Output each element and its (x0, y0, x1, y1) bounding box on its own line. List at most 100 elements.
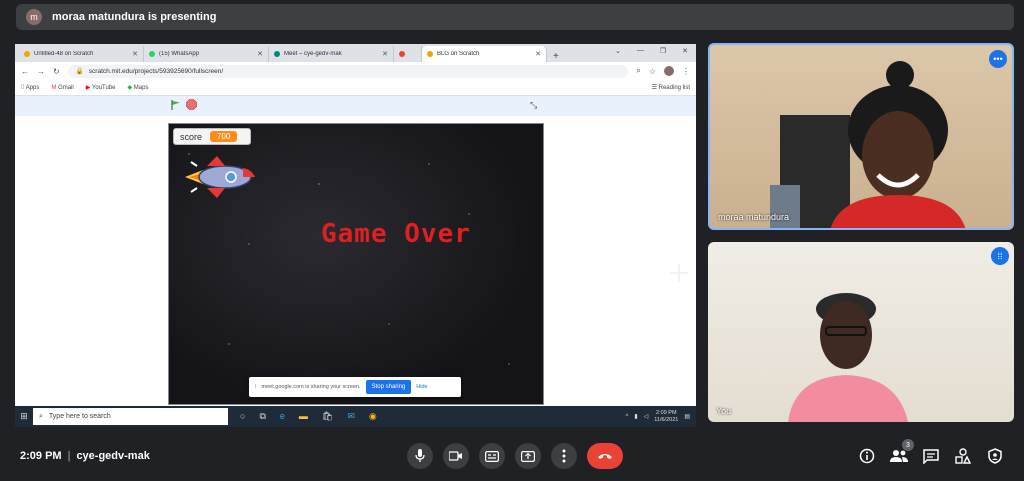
forward-icon[interactable]: → (37, 67, 45, 76)
hang-up-icon (598, 454, 612, 459)
more-options-button[interactable] (551, 443, 577, 469)
notifications-icon[interactable]: ▤ (684, 413, 690, 420)
close-tab-icon[interactable]: ✕ (382, 50, 388, 58)
meeting-info: 2:09 PM | cye-gedv-mak (20, 450, 150, 462)
people-button[interactable]: 3 (890, 439, 914, 465)
task-view-icon[interactable]: ⧉ (259, 411, 265, 422)
browser-tab[interactable]: Meet – cye-gedv-mak ✕ (269, 46, 394, 62)
menu-dots-icon[interactable]: ⋮ (682, 67, 690, 76)
camera-button[interactable] (443, 443, 469, 469)
edge-icon[interactable]: e (280, 411, 285, 422)
browser-tab[interactable]: Untitled-48 on Scratch ✕ (19, 46, 144, 62)
present-button[interactable] (515, 443, 541, 469)
exit-fullscreen-icon[interactable]: ⤡ (530, 100, 537, 111)
hide-button[interactable]: Hide (416, 384, 427, 390)
gmail-icon: M (51, 84, 57, 91)
close-tab-icon[interactable]: ✕ (257, 50, 263, 58)
microphone-button[interactable] (407, 443, 433, 469)
browser-tab[interactable] (394, 46, 422, 62)
meeting-details-button[interactable] (858, 447, 876, 465)
scratch-stage[interactable]: score 700 Game Over (168, 123, 544, 405)
system-tray: ^ ▮ ◁ 2:09 PM 11/6/2021 ▤ (626, 410, 697, 424)
camera-icon (449, 451, 462, 461)
volume-icon[interactable]: ◁ (644, 413, 649, 420)
chat-button[interactable] (922, 447, 940, 465)
bookmark-gmail[interactable]: M Gmail (51, 85, 73, 91)
scratch-favicon-icon (24, 51, 30, 57)
browser-tab-active[interactable]: BLG on Scratch ✕ (422, 46, 547, 62)
search-icon: ⌕ (39, 412, 43, 420)
cortana-icon[interactable]: ○ (240, 411, 245, 422)
captions-button[interactable] (479, 443, 505, 469)
new-tab-icon[interactable]: + (547, 51, 565, 62)
reading-list-icon: ☰ (651, 85, 657, 91)
rocket-sprite[interactable] (181, 152, 257, 202)
call-controls (407, 443, 623, 469)
url-field[interactable]: 🔒 scratch.mit.edu/projects/593925690/ful… (67, 64, 629, 78)
presenter-avatar: m (26, 9, 42, 25)
mail-icon[interactable]: ✉ (347, 411, 355, 422)
screen-share-notice: ⁞ meet.google.com is sharing your screen… (249, 377, 461, 397)
score-value: 700 (210, 131, 238, 142)
tray-chevron-icon[interactable]: ^ (626, 414, 629, 420)
microphone-icon (415, 449, 425, 462)
zoom-icon[interactable]: ⌕ (636, 66, 640, 76)
stop-sign-icon[interactable] (186, 99, 197, 110)
back-icon[interactable]: ← (21, 67, 29, 76)
taskbar-search[interactable]: ⌕ Type here to search (33, 408, 228, 425)
youtube-icon: ▶ (85, 85, 91, 91)
participant-tile-self[interactable]: ⁞⁞ You (708, 242, 1014, 422)
participant-tile-presenter[interactable]: ••• moraa matundura (708, 43, 1014, 230)
participant-video (788, 293, 908, 422)
meet-favicon-icon (274, 51, 280, 57)
presenting-banner: m moraa matundura is presenting (16, 4, 1014, 30)
bookmark-maps[interactable]: ◆ Maps (127, 84, 148, 91)
bookmark-apps[interactable]: ⁞⁞ Apps (21, 85, 39, 91)
reading-list[interactable]: ☰ Reading list (652, 84, 690, 91)
people-count-badge: 3 (902, 439, 914, 451)
presenting-text: moraa matundura is presenting (52, 11, 217, 23)
windows-start-icon[interactable]: ⊞ (15, 411, 33, 422)
leave-call-button[interactable] (587, 443, 623, 469)
minimize-icon[interactable]: — (637, 47, 644, 55)
activities-button[interactable] (954, 447, 972, 465)
store-icon[interactable]: 🛍 (322, 411, 333, 422)
taskbar-apps: ○ ⧉ e ▬ 🛍 ✉ ◉ (240, 411, 377, 422)
chat-icon (923, 448, 939, 464)
more-options-icon[interactable]: ••• (989, 50, 1007, 68)
recording-favicon-icon (399, 51, 405, 57)
maximize-icon[interactable]: ❐ (660, 47, 666, 55)
bookmarks-bar: ⁞⁞ Apps M Gmail ▶ YouTube ◆ Maps ☰ Readi… (15, 80, 696, 96)
profile-avatar[interactable] (664, 66, 674, 76)
meeting-side-controls: 3 (858, 439, 1004, 465)
close-tab-icon[interactable]: ✕ (535, 50, 541, 58)
shared-screen: Untitled-48 on Scratch ✕ (15) WhatsApp ✕… (15, 44, 696, 427)
score-monitor: score 700 (173, 128, 251, 145)
network-icon[interactable]: ▮ (634, 413, 637, 420)
lock-icon: 🔒 (75, 68, 84, 75)
crosshair-cursor-icon (670, 264, 688, 282)
meeting-time: 2:09 PM (20, 450, 62, 462)
chrome-icon[interactable]: ◉ (369, 411, 377, 422)
file-explorer-icon[interactable]: ▬ (299, 411, 308, 422)
meeting-control-bar: 2:09 PM | cye-gedv-mak 3 (0, 431, 1024, 481)
reload-icon[interactable]: ↻ (53, 67, 60, 76)
tab-search-icon[interactable]: ⌄ (615, 47, 621, 55)
green-flag-icon[interactable] (171, 100, 181, 110)
drag-handle-icon[interactable]: ⁞ (255, 384, 257, 390)
bookmark-youtube[interactable]: ▶ YouTube (86, 84, 116, 91)
browser-tab-strip: Untitled-48 on Scratch ✕ (15) WhatsApp ✕… (15, 44, 696, 62)
whatsapp-favicon-icon (149, 51, 155, 57)
address-bar-row: ← → ↻ 🔒 scratch.mit.edu/projects/5939256… (15, 62, 696, 80)
close-window-icon[interactable]: ✕ (682, 47, 688, 55)
browser-tab[interactable]: (15) WhatsApp ✕ (144, 46, 269, 62)
close-tab-icon[interactable]: ✕ (132, 50, 138, 58)
shield-icon (988, 448, 1002, 464)
meeting-code: cye-gedv-mak (76, 450, 150, 462)
host-controls-button[interactable] (986, 447, 1004, 465)
stop-sharing-button[interactable]: Stop sharing (365, 380, 412, 394)
taskbar-clock[interactable]: 2:09 PM 11/6/2021 (654, 410, 678, 424)
more-vert-icon (562, 449, 566, 463)
captions-icon (485, 450, 499, 462)
star-icon[interactable]: ☆ (649, 67, 656, 76)
